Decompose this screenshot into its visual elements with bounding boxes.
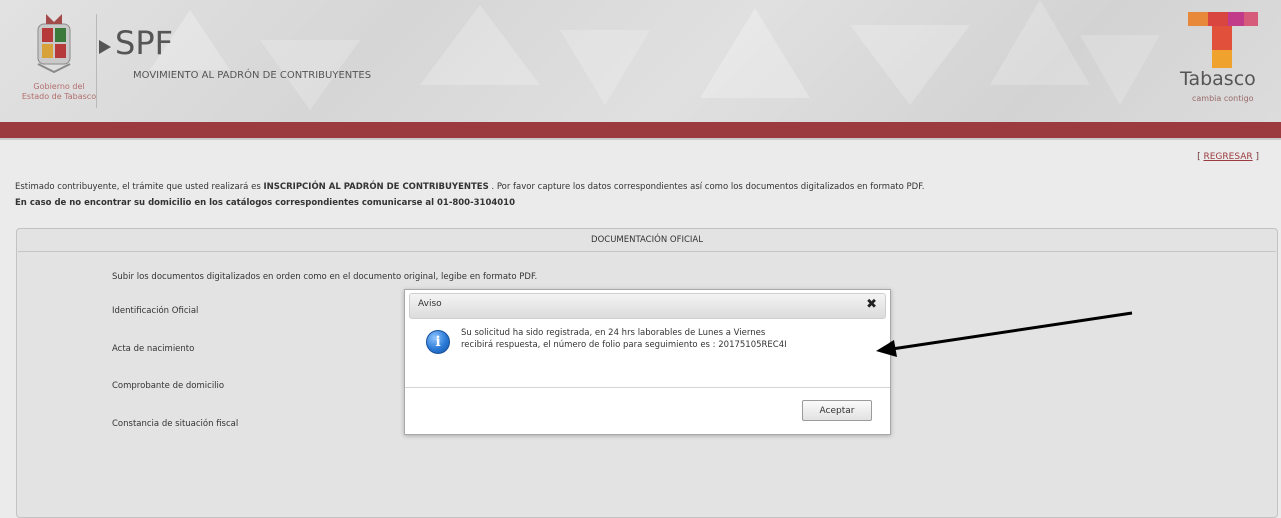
intro-suffix: . Por favor capture los datos correspond…	[488, 182, 925, 192]
play-arrow-icon	[99, 40, 111, 54]
document-label-comprobante: Comprobante de domicilio	[112, 381, 225, 391]
accept-button[interactable]: Aceptar	[802, 400, 872, 421]
annotation-arrow-icon	[876, 311, 1133, 357]
brand-tagline: cambia contigo	[1192, 94, 1254, 103]
panel-title: DOCUMENTACIÓN OFICIAL	[591, 235, 703, 245]
brand-name: Tabasco	[1180, 68, 1256, 90]
government-label-line1: Gobierno del	[33, 82, 85, 91]
back-link[interactable]: REGRESAR	[1203, 152, 1252, 162]
intro-text: Estimado contribuyente, el trámite que u…	[15, 182, 924, 192]
government-label: Gobierno del Estado de Tabasco	[9, 82, 109, 102]
tabasco-t-logo	[1188, 12, 1258, 68]
procedure-name: INSCRIPCIÓN AL PADRÓN DE CONTRIBUYENTES	[263, 182, 489, 192]
page-subtitle: MOVIMIENTO AL PADRÓN DE CONTRIBUYENTES	[133, 70, 372, 81]
app-name: SPF	[115, 24, 174, 62]
dialog-title: Aviso	[418, 299, 442, 309]
panel-divider	[18, 251, 1276, 252]
header-shadow-line	[0, 138, 1281, 140]
dialog-titlebar: Aviso ✖	[409, 293, 886, 319]
upload-instructions: Subir los documentos digitalizados en or…	[112, 272, 538, 282]
info-icon: i	[426, 330, 450, 354]
dialog-message-line1: Su solicitud ha sido registrada, en 24 h…	[461, 328, 766, 338]
page-header: Gobierno del Estado de Tabasco SPF MOVIM…	[0, 0, 1281, 122]
government-label-line2: Estado de Tabasco	[21, 92, 97, 101]
header-divider	[96, 14, 97, 108]
back-bracket-close: ]	[1252, 152, 1259, 162]
document-label-constancia: Constancia de situación fiscal	[112, 419, 239, 429]
dialog-divider	[405, 387, 890, 388]
dialog-message-line2: recibirá respuesta, el número de folio p…	[461, 340, 787, 350]
dialog-message: Su solicitud ha sido registrada, en 24 h…	[461, 327, 881, 351]
document-label-acta: Acta de nacimiento	[112, 344, 195, 354]
state-crest-logo	[37, 14, 71, 74]
header-accent-bar	[0, 122, 1281, 138]
intro-prefix: Estimado contribuyente, el trámite que u…	[15, 182, 264, 192]
contact-notice: En caso de no encontrar su domicilio en …	[15, 198, 516, 208]
document-label-identificacion: Identificación Oficial	[112, 306, 199, 316]
back-link-wrapper: [ REGRESAR ]	[1197, 152, 1259, 162]
notice-dialog: Aviso ✖ i Su solicitud ha sido registrad…	[404, 289, 891, 435]
